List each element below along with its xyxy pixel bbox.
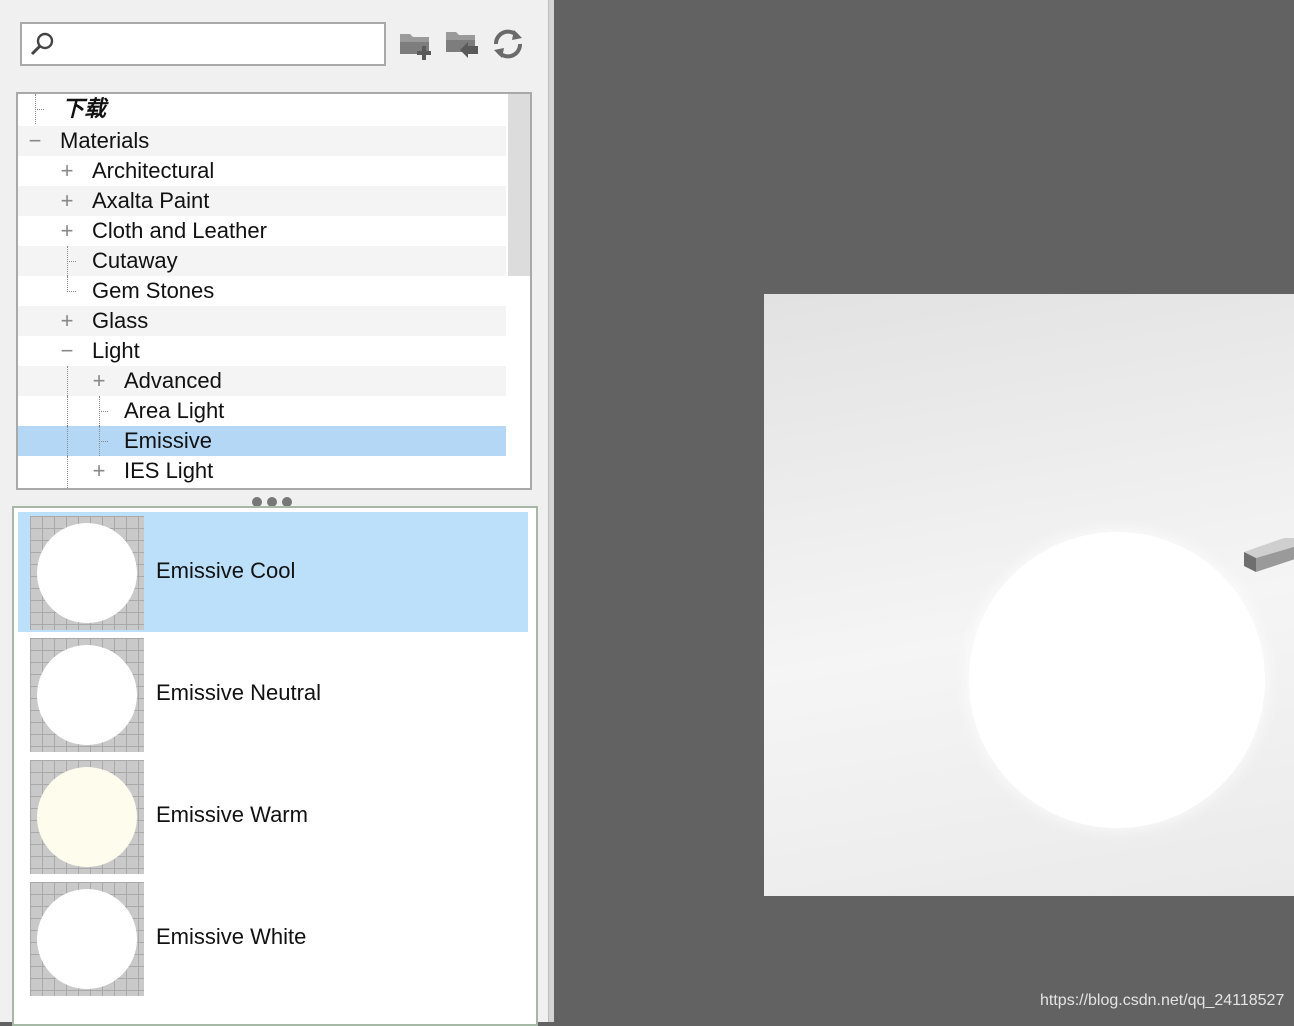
expand-icon[interactable]: + bbox=[90, 460, 108, 482]
material-sphere-preview bbox=[37, 645, 137, 745]
tree-item-label: Light bbox=[92, 338, 140, 363]
material-thumbnail bbox=[30, 638, 144, 752]
search-icon bbox=[30, 32, 54, 56]
material-sphere-preview bbox=[37, 889, 137, 989]
render-canvas[interactable] bbox=[764, 294, 1294, 896]
material-item-emissive-white[interactable]: Emissive White bbox=[18, 878, 528, 998]
folder-import-icon[interactable] bbox=[442, 24, 482, 64]
folder-add-icon[interactable] bbox=[396, 24, 436, 64]
tree-item-light[interactable]: − Light bbox=[18, 336, 506, 366]
expand-icon[interactable]: + bbox=[58, 190, 76, 212]
watermark-text: https://blog.csdn.net/qq_24118527 bbox=[1040, 992, 1285, 1009]
material-thumbnail bbox=[30, 760, 144, 874]
expand-icon[interactable]: + bbox=[58, 310, 76, 332]
material-label: Emissive White bbox=[156, 924, 307, 949]
tree-item-emissive[interactable]: Emissive bbox=[18, 426, 506, 456]
glass-slab[interactable] bbox=[1244, 538, 1294, 598]
expand-icon[interactable]: + bbox=[90, 370, 108, 392]
material-item-emissive-warm[interactable]: Emissive Warm bbox=[18, 756, 528, 876]
tree-scrollbar-thumb[interactable] bbox=[508, 94, 530, 276]
tree-item-label: Area Light bbox=[124, 398, 225, 423]
material-thumbnail bbox=[30, 882, 144, 996]
tree-item-advanced[interactable]: + Advanced bbox=[18, 366, 506, 396]
expand-icon[interactable]: + bbox=[58, 160, 76, 182]
material-list: Emissive Cool Emissive Neutral Emissive … bbox=[12, 506, 538, 1026]
tree-item-glass[interactable]: + Glass bbox=[18, 306, 506, 336]
search-input[interactable] bbox=[60, 30, 380, 60]
refresh-icon[interactable] bbox=[488, 24, 528, 64]
tree-item-gem-stones[interactable]: Gem Stones bbox=[18, 276, 506, 306]
tree-item-label: 下载 bbox=[62, 96, 107, 121]
render-viewport[interactable] bbox=[554, 0, 1294, 1022]
tree-item-label: Glass bbox=[92, 308, 149, 333]
tree-item-area-light[interactable]: Area Light bbox=[18, 396, 506, 426]
tree-item-cloth-and-leather[interactable]: + Cloth and Leather bbox=[18, 216, 506, 246]
tree-item-label: Architectural bbox=[92, 158, 215, 183]
tree-item-axalta-paint[interactable]: + Axalta Paint bbox=[18, 186, 506, 216]
material-label: Emissive Neutral bbox=[156, 680, 322, 705]
tree-item-label: Axalta Paint bbox=[92, 188, 210, 213]
collapse-icon[interactable]: − bbox=[58, 340, 76, 362]
tree-item-cutaway[interactable]: Cutaway bbox=[18, 246, 506, 276]
tree-item-label: IES Light bbox=[124, 458, 214, 483]
material-sphere-preview bbox=[37, 767, 137, 867]
material-thumbnail bbox=[30, 516, 144, 630]
tree-item-materials[interactable]: − Materials bbox=[18, 126, 506, 156]
expand-icon[interactable]: + bbox=[58, 220, 76, 242]
material-label: Emissive Warm bbox=[156, 802, 308, 827]
material-label: Emissive Cool bbox=[156, 558, 296, 583]
library-panel: 下载 − Materials + Architectural + Axalta … bbox=[0, 0, 548, 1026]
tree-item-ies-light[interactable]: + IES Light bbox=[18, 456, 506, 488]
tree-item-label: Gem Stones bbox=[92, 278, 215, 303]
tree-item-label: Advanced bbox=[124, 368, 222, 393]
library-tree: 下载 − Materials + Architectural + Axalta … bbox=[16, 92, 532, 490]
collapse-icon[interactable]: − bbox=[26, 130, 44, 152]
search-box[interactable] bbox=[20, 22, 386, 66]
tree-item-label: Materials bbox=[60, 128, 150, 153]
material-item-emissive-neutral[interactable]: Emissive Neutral bbox=[18, 634, 528, 754]
tree-item-label: Cloth and Leather bbox=[92, 218, 267, 243]
tree-item-architectural[interactable]: + Architectural bbox=[18, 156, 506, 186]
panel-resize-grip[interactable] bbox=[252, 494, 298, 507]
material-sphere-preview bbox=[37, 523, 137, 623]
tree-item-download[interactable]: 下载 bbox=[18, 94, 506, 124]
material-item-emissive-cool[interactable]: Emissive Cool bbox=[18, 512, 528, 632]
tree-item-label: Emissive bbox=[124, 428, 213, 453]
emissive-sphere[interactable] bbox=[969, 532, 1265, 828]
tree-item-label: Cutaway bbox=[92, 248, 178, 273]
